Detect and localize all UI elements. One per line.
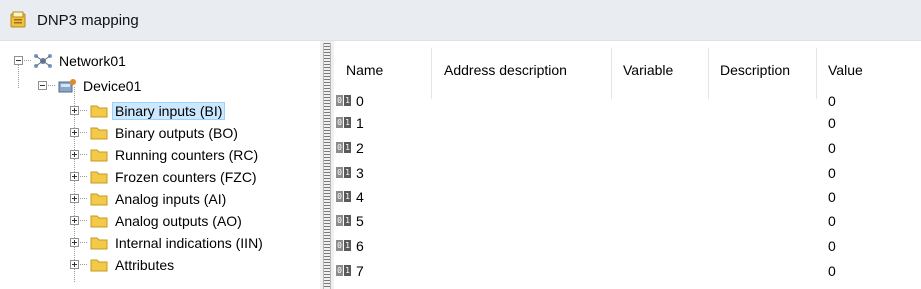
tree-node-analog-outputs[interactable]: Analog outputs (AO) [70, 210, 245, 231]
tree-pane[interactable]: Network01 Device01 Binary inputs (BI) Bi… [0, 41, 320, 289]
tree-node-label: Binary outputs (BO) [115, 124, 238, 141]
network-icon [34, 53, 52, 68]
tree-connector [24, 60, 32, 61]
tree-node-label: Frozen counters (FZC) [115, 168, 257, 185]
row-name: 7 [356, 262, 364, 279]
list-row[interactable]: 01 0 0 [334, 91, 921, 110]
row-value: 0 [828, 92, 836, 109]
tree-node-label: Binary inputs (BI) [112, 101, 226, 120]
tree-node-frozen-counters[interactable]: Frozen counters (FZC) [70, 166, 260, 187]
list-row[interactable]: 01 3 0 [334, 163, 921, 182]
binary-point-icon: 01 [336, 95, 351, 106]
binary-point-icon: 01 [336, 265, 351, 276]
row-value: 0 [828, 212, 836, 229]
folder-icon [90, 259, 108, 271]
tree-node-internal-indications[interactable]: Internal indications (IIN) [70, 232, 266, 253]
row-name: 2 [356, 139, 364, 156]
list-row[interactable]: 01 2 0 [334, 138, 921, 157]
expand-toggle[interactable] [70, 172, 79, 181]
row-value: 0 [828, 237, 836, 254]
tree-node-device[interactable]: Device01 [38, 75, 144, 96]
tree-node-analog-inputs[interactable]: Analog inputs (AI) [70, 188, 229, 209]
list-row[interactable]: 01 6 0 [334, 236, 921, 255]
row-name: 1 [356, 114, 364, 131]
pane-splitter[interactable] [320, 41, 334, 289]
splitter-grip[interactable] [323, 43, 331, 289]
tree-node-network[interactable]: Network01 [14, 50, 129, 71]
expand-toggle[interactable] [70, 150, 79, 159]
expand-toggle[interactable] [70, 106, 79, 115]
expand-toggle[interactable] [70, 194, 79, 203]
binary-point-icon: 01 [336, 142, 351, 153]
list-row[interactable]: 01 7 0 [334, 261, 921, 280]
tree-node-attributes[interactable]: Attributes [70, 254, 177, 275]
binary-point-icon: 01 [336, 167, 351, 178]
tree-node-running-counters[interactable]: Running counters (RC) [70, 144, 261, 165]
tree-node-label: Network01 [59, 52, 126, 69]
collapse-toggle[interactable] [14, 56, 23, 65]
tree-connector [80, 198, 88, 199]
tree-connector [80, 110, 88, 111]
collapse-toggle[interactable] [38, 81, 47, 90]
row-name: 4 [356, 188, 364, 205]
expand-toggle[interactable] [70, 238, 79, 247]
binary-point-icon: 01 [336, 240, 351, 251]
row-name: 0 [356, 92, 364, 109]
folder-icon [90, 149, 108, 161]
expand-toggle[interactable] [70, 216, 79, 225]
folder-icon [90, 193, 108, 205]
tree-node-label: Analog outputs (AO) [115, 212, 242, 229]
device-icon [58, 78, 76, 92]
row-name: 3 [356, 164, 364, 181]
folder-icon [90, 127, 108, 139]
column-header-description[interactable]: Description [720, 62, 790, 78]
row-value: 0 [828, 164, 836, 181]
folder-icon [90, 237, 108, 249]
expand-toggle[interactable] [70, 260, 79, 269]
row-name: 6 [356, 237, 364, 254]
tree-connector [80, 154, 88, 155]
binary-point-icon: 01 [336, 215, 351, 226]
row-name: 5 [356, 212, 364, 229]
dnp3-mapping-icon [10, 11, 26, 28]
points-list[interactable]: Name Address description Variable Descri… [334, 41, 921, 289]
tree-connector [80, 220, 88, 221]
folder-icon [90, 215, 108, 227]
tree-node-binary-inputs[interactable]: Binary inputs (BI) [70, 100, 226, 121]
column-header-name[interactable]: Name [346, 62, 383, 78]
column-header-value[interactable]: Value [828, 62, 863, 78]
binary-point-icon: 01 [336, 191, 351, 202]
column-header-address-description[interactable]: Address description [444, 62, 567, 78]
title-bar: DNP3 mapping [0, 0, 921, 41]
tree-node-binary-outputs[interactable]: Binary outputs (BO) [70, 122, 241, 143]
row-value: 0 [828, 188, 836, 205]
tree-node-label: Running counters (RC) [115, 146, 259, 163]
window-title: DNP3 mapping [37, 11, 139, 29]
row-value: 0 [828, 139, 836, 156]
expand-toggle[interactable] [70, 128, 79, 137]
column-header-variable[interactable]: Variable [623, 62, 673, 78]
tree-connector [80, 264, 88, 265]
row-value: 0 [828, 262, 836, 279]
row-value: 0 [828, 114, 836, 131]
tree-connector [48, 85, 56, 86]
binary-point-icon: 01 [336, 117, 351, 128]
tree-connector [80, 242, 88, 243]
tree-connector [80, 176, 88, 177]
tree-node-label: Attributes [115, 256, 175, 273]
folder-icon [90, 171, 108, 183]
list-row[interactable]: 01 5 0 [334, 211, 921, 230]
list-row[interactable]: 01 1 0 [334, 113, 921, 132]
folder-icon [90, 105, 108, 117]
tree-node-label: Internal indications (IIN) [115, 234, 263, 251]
tree-node-label: Device01 [83, 77, 142, 94]
tree-connector [80, 132, 88, 133]
tree-node-label: Analog inputs (AI) [115, 190, 227, 207]
list-row[interactable]: 01 4 0 [334, 187, 921, 206]
